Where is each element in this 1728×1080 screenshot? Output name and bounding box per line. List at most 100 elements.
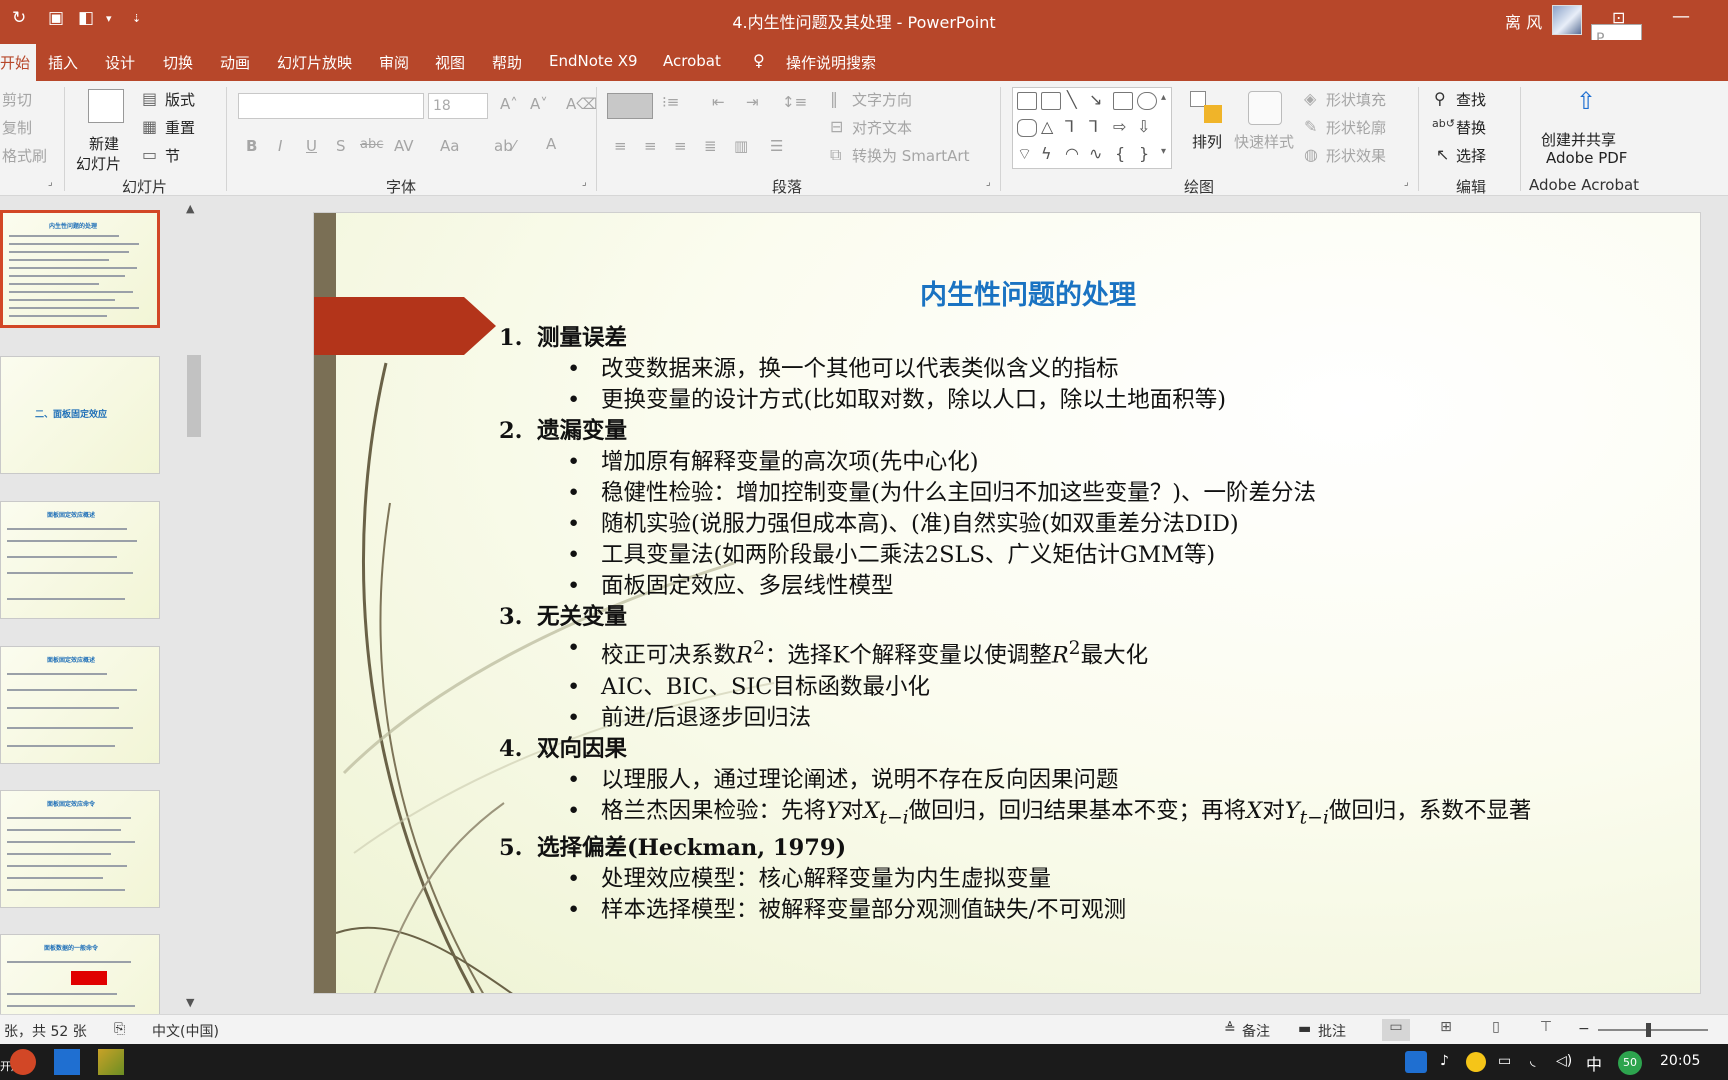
- new-slide-label[interactable]: 幻灯片: [76, 153, 121, 174]
- thumbnail-scrollbar[interactable]: [185, 200, 203, 1012]
- slide-body-text[interactable]: 1. 测量误差 • 改变数据来源，换一个其他可以代表类似含义的指标 • 更换变量的设…: [499, 323, 1679, 926]
- tab-design[interactable]: 设计: [105, 52, 135, 73]
- shrink-font-icon[interactable]: A˅: [530, 95, 548, 113]
- align-left-icon[interactable]: ≡: [614, 137, 627, 155]
- app-taskbar-icon[interactable]: [54, 1049, 80, 1075]
- reading-view-button[interactable]: ▯: [1482, 1019, 1510, 1041]
- shape-outline-button[interactable]: 形状轮廓: [1326, 117, 1386, 138]
- quick-styles-icon[interactable]: [1248, 91, 1282, 125]
- oval-shape-icon[interactable]: [1137, 92, 1157, 110]
- new-slide-button[interactable]: 新建: [89, 133, 119, 154]
- gallery-scroll-icon[interactable]: ▴: [1161, 92, 1166, 103]
- slide-canvas[interactable]: 内生性问题的处理 1. 测量误差 • 改变数据来源，换一个其他可以代表类似含义的指…: [313, 212, 1701, 994]
- slide-thumbnail[interactable]: 二、面板固定效应: [0, 356, 160, 474]
- tab-insert[interactable]: 插入: [48, 52, 78, 73]
- clock[interactable]: 20:05: [1660, 1053, 1700, 1069]
- replace-button[interactable]: 替换: [1456, 117, 1486, 138]
- tray-app-icon[interactable]: [1405, 1051, 1427, 1073]
- zoom-out-button[interactable]: −: [1578, 1021, 1590, 1037]
- paragraph-dialog-launcher-icon[interactable]: ⌟: [986, 177, 991, 188]
- section-button[interactable]: 节: [165, 145, 180, 166]
- numbering-icon[interactable]: ⁝≡: [662, 93, 679, 111]
- right-arrow-shape-icon[interactable]: ⇨: [1113, 117, 1126, 136]
- copy-button[interactable]: 复制: [2, 117, 32, 138]
- wifi-icon[interactable]: ◟: [1530, 1053, 1535, 1069]
- font-dialog-launcher-icon[interactable]: ⌟: [582, 177, 587, 188]
- align-center-icon[interactable]: ≡: [644, 137, 657, 155]
- columns-icon[interactable]: ▥: [734, 137, 748, 155]
- tab-acrobat[interactable]: Acrobat: [663, 52, 721, 70]
- italic-button[interactable]: I: [278, 137, 282, 155]
- arrange-icon[interactable]: [1190, 91, 1224, 125]
- vertical-textbox-shape-icon[interactable]: [1041, 92, 1061, 110]
- bullets-button[interactable]: [607, 93, 653, 119]
- shadow-button[interactable]: S: [336, 137, 346, 155]
- tab-help[interactable]: 帮助: [492, 52, 522, 73]
- dialog-launcher-icon[interactable]: ⌟: [48, 177, 53, 188]
- strikethrough-button[interactable]: abc: [360, 137, 383, 152]
- font-size-combo[interactable]: 18: [428, 93, 488, 119]
- increase-indent-icon[interactable]: ⇥: [746, 93, 759, 111]
- format-painter-button[interactable]: 格式刷: [2, 145, 47, 166]
- gallery-more-icon[interactable]: ▾: [1161, 146, 1166, 157]
- slideshow-view-button[interactable]: ⊤: [1532, 1019, 1560, 1041]
- minimize-button[interactable]: —: [1672, 6, 1690, 27]
- tell-me-search[interactable]: 操作说明搜索: [786, 52, 876, 73]
- freeform-shape-icon[interactable]: ⌔: [1017, 144, 1032, 164]
- right-brace-shape-icon[interactable]: }: [1139, 144, 1149, 163]
- ime-indicator[interactable]: 中: [1586, 1051, 1602, 1075]
- scroll-up-icon[interactable]: ▲: [186, 202, 194, 215]
- textbox-shape-icon[interactable]: [1017, 92, 1037, 110]
- notes-button[interactable]: 备注: [1242, 1021, 1270, 1041]
- thumbnail-scrollbar-thumb[interactable]: [187, 355, 201, 437]
- slide-thumbnail[interactable]: 面板固定效应概述: [0, 501, 160, 619]
- spellcheck-icon[interactable]: ⎘: [114, 1021, 125, 1037]
- user-name[interactable]: 离 风: [1505, 9, 1542, 33]
- tab-animations[interactable]: 动画: [220, 52, 250, 73]
- highlight-icon[interactable]: ab⁄: [494, 137, 515, 155]
- comments-button[interactable]: 批注: [1318, 1021, 1346, 1041]
- slide-title[interactable]: 内生性问题的处理: [314, 273, 1700, 312]
- drawing-dialog-launcher-icon[interactable]: ⌟: [1404, 177, 1409, 188]
- slide-thumbnail-pane[interactable]: 内生性问题的处理 二、面板固定效应 面板固定效应概述 面板固定效应概述 面板固定…: [0, 196, 205, 1014]
- share-pdf-icon[interactable]: ⇧: [1576, 87, 1596, 115]
- arc-shape-icon[interactable]: ◠: [1065, 144, 1079, 163]
- powerpoint-taskbar-icon[interactable]: [10, 1049, 36, 1075]
- slide-thumbnail[interactable]: 面板数据的一般命令: [0, 934, 160, 1014]
- triangle-shape-icon[interactable]: △: [1041, 117, 1053, 136]
- scribble-shape-icon[interactable]: ϟ: [1041, 144, 1052, 163]
- bold-button[interactable]: B: [246, 137, 257, 155]
- tab-review[interactable]: 审阅: [379, 52, 409, 73]
- elbow-connector-shape-icon[interactable]: ⅂: [1065, 117, 1074, 136]
- down-arrow-shape-icon[interactable]: ⇩: [1137, 117, 1150, 136]
- shape-effects-button[interactable]: 形状效果: [1326, 145, 1386, 166]
- slide-thumbnail[interactable]: 面板固定效应命令: [0, 790, 160, 908]
- scroll-down-icon[interactable]: ▼: [186, 996, 194, 1009]
- layout-button[interactable]: 版式: [165, 89, 195, 110]
- zoom-slider-handle[interactable]: [1646, 1023, 1651, 1037]
- shape-fill-button[interactable]: 形状填充: [1326, 89, 1386, 110]
- align-text-button[interactable]: 对齐文本: [852, 117, 912, 138]
- rectangle-shape-icon[interactable]: [1113, 92, 1133, 110]
- curve-shape-icon[interactable]: ∿: [1089, 144, 1102, 163]
- align-right-icon[interactable]: ≡: [674, 137, 687, 155]
- justify-icon[interactable]: ≣: [704, 137, 717, 155]
- language-indicator[interactable]: 中文(中国): [152, 1021, 219, 1041]
- quick-styles-button[interactable]: 快速样式: [1234, 131, 1294, 152]
- elbow-arrow-shape-icon[interactable]: ⅂: [1089, 117, 1098, 136]
- volume-icon[interactable]: ◁): [1556, 1053, 1572, 1069]
- clear-format-icon[interactable]: A⌫: [566, 95, 597, 113]
- tab-view[interactable]: 视图: [435, 52, 465, 73]
- underline-button[interactable]: U: [306, 137, 317, 155]
- distributed-icon[interactable]: ☰: [770, 137, 783, 155]
- decrease-indent-icon[interactable]: ⇤: [712, 93, 725, 111]
- char-spacing-button[interactable]: AV: [394, 137, 414, 155]
- cut-button[interactable]: 剪切: [2, 89, 32, 110]
- tab-home[interactable]: 开始: [0, 44, 37, 85]
- image-app-taskbar-icon[interactable]: [98, 1049, 124, 1075]
- arrange-button[interactable]: 排列: [1192, 131, 1222, 152]
- rounded-rect-shape-icon[interactable]: [1017, 119, 1037, 137]
- adobe-pdf-button[interactable]: Adobe PDF: [1546, 149, 1627, 167]
- slide-thumbnail-selected[interactable]: 内生性问题的处理: [0, 210, 160, 328]
- smartart-button[interactable]: 转换为 SmartArt: [852, 145, 969, 166]
